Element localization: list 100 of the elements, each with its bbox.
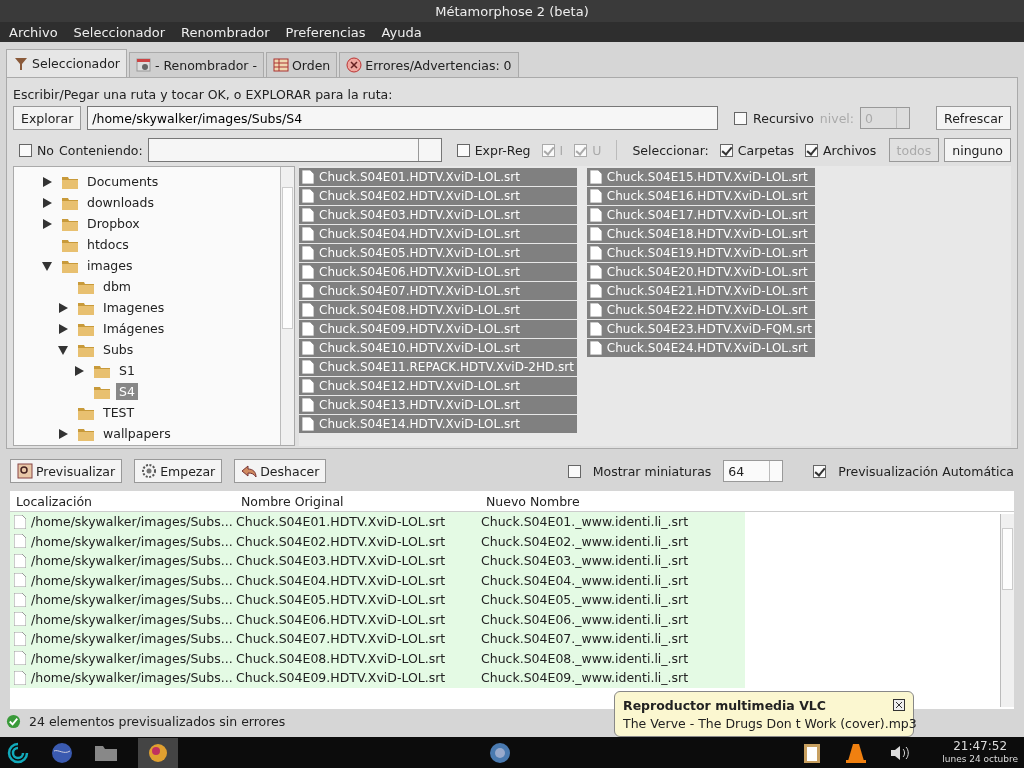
action-button[interactable]: Deshacer <box>234 459 327 483</box>
tree-item[interactable]: htdocs <box>84 236 132 253</box>
tree-item[interactable]: TEST <box>100 404 138 421</box>
file-item[interactable]: Chuck.S04E20.HDTV.XviD-LOL.srt <box>586 263 816 281</box>
file-item[interactable]: Chuck.S04E15.HDTV.XviD-LOL.srt <box>586 168 816 186</box>
containing-combo[interactable] <box>147 138 442 162</box>
file-icon <box>302 341 314 355</box>
scrollbar[interactable] <box>1000 514 1014 707</box>
expand-arrow-icon[interactable] <box>42 218 52 229</box>
file-icon <box>14 631 26 646</box>
table-cell-text: Chuck.S04E02.HDTV.XviD-LOL.srt <box>236 533 447 549</box>
menu-item[interactable]: Archivo <box>9 24 58 40</box>
tree-item[interactable]: images <box>84 257 136 274</box>
file-icon <box>302 398 314 412</box>
table-cell-text: Chuck.S04E03.HDTV.XviD-LOL.srt <box>236 553 447 569</box>
file-icon <box>589 284 602 298</box>
checkbox[interactable] <box>813 464 827 478</box>
file-item[interactable]: Chuck.S04E24.HDTV.XviD-LOL.srt <box>586 339 816 357</box>
collapse-arrow-icon[interactable] <box>42 260 52 271</box>
expand-arrow-icon[interactable] <box>58 323 68 334</box>
tree-item[interactable]: S4 <box>116 383 138 400</box>
tree-item[interactable]: S1 <box>116 362 138 379</box>
table-cell: /home/skywalker/images/Subs... <box>31 650 231 666</box>
expand-arrow-icon[interactable] <box>74 365 84 376</box>
file-item[interactable]: Chuck.S04E13.HDTV.XviD-LOL.srt <box>299 396 577 414</box>
tab[interactable]: Seleccionador <box>6 49 127 77</box>
file-item[interactable]: Chuck.S04E23.HDTV.XviD-FQM.srt <box>586 320 816 338</box>
expand-arrow-icon[interactable] <box>42 197 52 208</box>
error-icon <box>346 57 363 73</box>
table-cell: /home/skywalker/images/Subs... <box>31 553 231 569</box>
file-item[interactable]: Chuck.S04E18.HDTV.XviD-LOL.srt <box>586 225 816 243</box>
browse-button[interactable]: Explorar <box>13 106 82 130</box>
file-item[interactable]: Chuck.S04E05.HDTV.XviD-LOL.srt <box>299 244 577 262</box>
tree-item[interactable]: wallpapers <box>100 425 174 442</box>
checkbox[interactable] <box>805 143 818 157</box>
action-button[interactable]: Previsualizar <box>10 459 123 483</box>
column-header[interactable]: Nombre Original <box>241 493 486 509</box>
tab[interactable]: Errores/Advertencias: 0 <box>339 52 519 77</box>
file-item[interactable]: Chuck.S04E17.HDTV.XviD-LOL.srt <box>586 206 816 224</box>
file-item[interactable]: Chuck.S04E11.REPACK.HDTV.XviD-2HD.srt <box>299 358 577 376</box>
tree-item[interactable]: Imagenes <box>100 299 168 316</box>
tree-item[interactable]: Imágenes <box>100 320 168 337</box>
tab[interactable]: - Renombrador - <box>128 52 264 77</box>
column-header[interactable]: Localización <box>16 493 241 509</box>
checkbox[interactable] <box>567 464 581 478</box>
table-cell: Chuck.S04E01._www.identi.li_.srt <box>481 514 689 530</box>
globe-icon[interactable] <box>50 740 74 765</box>
expand-arrow-icon[interactable] <box>42 176 52 187</box>
select-none-button[interactable]: ninguno <box>944 138 1011 162</box>
menu-item[interactable]: Seleccionador <box>73 24 166 40</box>
tab[interactable]: Orden <box>265 52 338 77</box>
file-item[interactable]: Chuck.S04E04.HDTV.XviD-LOL.srt <box>299 225 577 243</box>
column-header[interactable]: Nuevo Nombre <box>486 493 580 509</box>
file-item[interactable]: Chuck.S04E21.HDTV.XviD-LOL.srt <box>586 282 816 300</box>
orb-icon[interactable] <box>488 740 512 765</box>
notification-text: The Verve - The Drugs Don t Work (cover).mp3 <box>623 716 917 731</box>
checkbox[interactable] <box>734 111 748 125</box>
table-cell: /home/skywalker/images/Subs... <box>31 514 231 530</box>
clock-date: lunes 24 octubre <box>942 752 1018 766</box>
file-item[interactable]: Chuck.S04E16.HDTV.XviD-LOL.srt <box>586 187 816 205</box>
tree-item[interactable]: dbm <box>100 278 135 295</box>
table-cell: Chuck.S04E06._www.identi.li_.srt <box>481 611 689 627</box>
table-cell: /home/skywalker/images/Subs... <box>31 572 231 588</box>
file-item[interactable]: Chuck.S04E14.HDTV.XviD-LOL.srt <box>299 415 577 433</box>
checkbox[interactable] <box>719 143 733 157</box>
scrollbar[interactable] <box>280 167 294 445</box>
collapse-arrow-icon[interactable] <box>58 344 68 355</box>
menu-item[interactable]: Renombrador <box>181 24 270 40</box>
file-item[interactable]: Chuck.S04E06.HDTV.XviD-LOL.srt <box>299 263 577 281</box>
tree-item[interactable]: downloads <box>84 194 157 211</box>
action-button[interactable]: Empezar <box>134 459 223 483</box>
checkbox[interactable] <box>19 143 32 157</box>
menu-item[interactable]: Preferencias <box>285 24 366 40</box>
tree-item[interactable]: Documents <box>84 173 162 190</box>
not-label: No <box>37 142 54 158</box>
file-item[interactable]: Chuck.S04E12.HDTV.XviD-LOL.srt <box>299 377 577 395</box>
menu-item[interactable]: Ayuda <box>381 24 422 40</box>
file-item[interactable]: Chuck.S04E07.HDTV.XviD-LOL.srt <box>299 282 577 300</box>
refresh-button[interactable]: Refrescar <box>936 106 1011 130</box>
file-item[interactable]: Chuck.S04E02.HDTV.XviD-LOL.srt <box>299 187 577 205</box>
file-item[interactable]: Chuck.S04E01.HDTV.XviD-LOL.srt <box>299 168 577 186</box>
file-icon <box>302 208 314 222</box>
file-item[interactable]: Chuck.S04E22.HDTV.XviD-LOL.srt <box>586 301 816 319</box>
checkbox[interactable] <box>456 143 470 157</box>
file-icon <box>302 170 314 184</box>
thumbnail-size-spinbox[interactable]: 64 <box>723 460 784 482</box>
file-item[interactable]: Chuck.S04E09.HDTV.XviD-LOL.srt <box>299 320 577 338</box>
close-icon[interactable] <box>893 699 905 711</box>
file-item[interactable]: Chuck.S04E19.HDTV.XviD-LOL.srt <box>586 244 816 262</box>
expand-arrow-icon[interactable] <box>58 428 68 439</box>
file-item[interactable]: Chuck.S04E03.HDTV.XviD-LOL.srt <box>299 206 577 224</box>
file-item[interactable]: Chuck.S04E08.HDTV.XviD-LOL.srt <box>299 301 577 319</box>
tree-item[interactable]: Subs <box>100 341 137 358</box>
file-item[interactable]: Chuck.S04E10.HDTV.XviD-LOL.srt <box>299 339 577 357</box>
file-icon <box>14 670 26 685</box>
path-field[interactable]: /home/skywalker/images/Subs/S4 <box>87 106 719 130</box>
tree-item[interactable]: Dropbox <box>84 215 143 232</box>
swirl-icon[interactable] <box>6 740 30 765</box>
folder-icon <box>94 363 110 378</box>
expand-arrow-icon[interactable] <box>58 302 68 313</box>
